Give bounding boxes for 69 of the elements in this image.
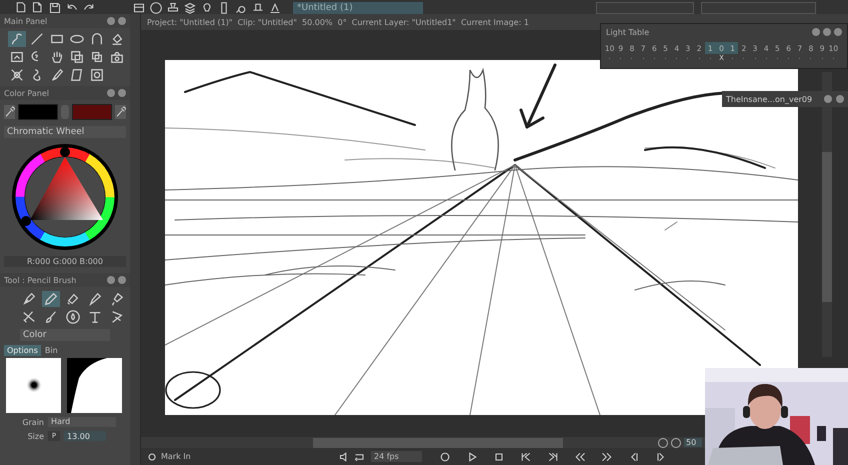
- mode-dropdown[interactable]: Color: [20, 329, 110, 341]
- hand-icon: [50, 50, 64, 64]
- brush-preview: [6, 358, 61, 413]
- color-swatch[interactable]: [18, 104, 58, 120]
- freehand-icon: [10, 32, 24, 46]
- first-frame-icon[interactable]: [520, 450, 532, 462]
- layers-icon[interactable]: [183, 2, 197, 14]
- tool-button[interactable]: [88, 67, 106, 83]
- fps-dropdown[interactable]: 24 fps: [371, 451, 422, 462]
- size-field[interactable]: 13.00: [64, 431, 106, 441]
- bucket-icon: [110, 32, 124, 46]
- airbrush-icon: [110, 292, 124, 306]
- marker-icon: [88, 292, 102, 306]
- panel-tab[interactable]: Options: [4, 345, 41, 356]
- paper-icon: [70, 68, 84, 82]
- panel-title: Main Panel: [4, 16, 48, 26]
- eyedropper-icon[interactable]: [4, 105, 16, 119]
- paintbrush-icon: [44, 310, 58, 324]
- scrollbar[interactable]: [313, 438, 563, 448]
- flat-brush-icon: [66, 292, 80, 306]
- zoom-value: 50: [684, 438, 702, 447]
- curve-icon: [90, 32, 104, 46]
- rewind-icon[interactable]: [574, 450, 586, 462]
- stamp-icon[interactable]: [166, 2, 180, 14]
- size-label: Size: [26, 432, 44, 440]
- color-readout: R:000 G:000 B:000: [4, 256, 126, 267]
- eyedropper-icon[interactable]: [114, 105, 126, 119]
- layer-name: TheInsane...on_ver09: [726, 94, 814, 104]
- tool-button[interactable]: [68, 49, 86, 65]
- drop-icon: [66, 310, 80, 324]
- crossbones-icon: [10, 68, 24, 82]
- eraser-icon: [22, 310, 36, 324]
- color-wheel[interactable]: [10, 142, 120, 252]
- rectangle-icon: [50, 32, 64, 46]
- line-icon: [30, 32, 44, 46]
- clone-icon: [90, 50, 104, 64]
- document-icon[interactable]: [14, 2, 28, 14]
- tool-button[interactable]: [42, 291, 60, 307]
- scrollbar[interactable]: [822, 72, 832, 357]
- save-icon[interactable]: [48, 2, 62, 14]
- panel-title: Light Table: [606, 28, 650, 36]
- warp-icon: [110, 310, 124, 324]
- chart-icon[interactable]: [268, 2, 282, 14]
- status-text: Project: "Untitled (1)" Clip: "Untitled" 50.00% 0° Current Layer: "Untitled1" Current Image: 1: [147, 18, 529, 26]
- color-swatch[interactable]: [72, 104, 112, 120]
- grain-dropdown[interactable]: Hard: [48, 417, 116, 427]
- stop-icon[interactable]: [493, 450, 505, 462]
- tool-button[interactable]: [64, 309, 82, 325]
- mark-in-label[interactable]: Mark In: [161, 452, 336, 461]
- transform-icon: [70, 50, 84, 64]
- pencil-icon: [44, 292, 58, 306]
- pen-nib-icon: [22, 292, 36, 306]
- brush-icon: [50, 68, 64, 82]
- tool-button[interactable]: [8, 31, 26, 47]
- last-frame-icon[interactable]: [547, 450, 559, 462]
- grain-label: Grain: [21, 418, 44, 426]
- selection-icon: [10, 50, 24, 64]
- tool-button[interactable]: [108, 49, 126, 65]
- panel-title: Tool : Pencil Brush: [4, 276, 78, 284]
- text-icon: [88, 310, 102, 324]
- mode-dropdown[interactable]: Chromatic Wheel: [4, 126, 126, 138]
- mask-icon: [90, 68, 104, 82]
- forward-icon[interactable]: [601, 450, 613, 462]
- panel-title: Color Panel: [4, 88, 50, 98]
- document-tab[interactable]: *Untitled (1): [293, 2, 423, 14]
- panel-icon[interactable]: [132, 2, 146, 14]
- tool-button[interactable]: [8, 49, 26, 65]
- camera-icon: [110, 50, 124, 64]
- pressure-curve[interactable]: [67, 358, 122, 413]
